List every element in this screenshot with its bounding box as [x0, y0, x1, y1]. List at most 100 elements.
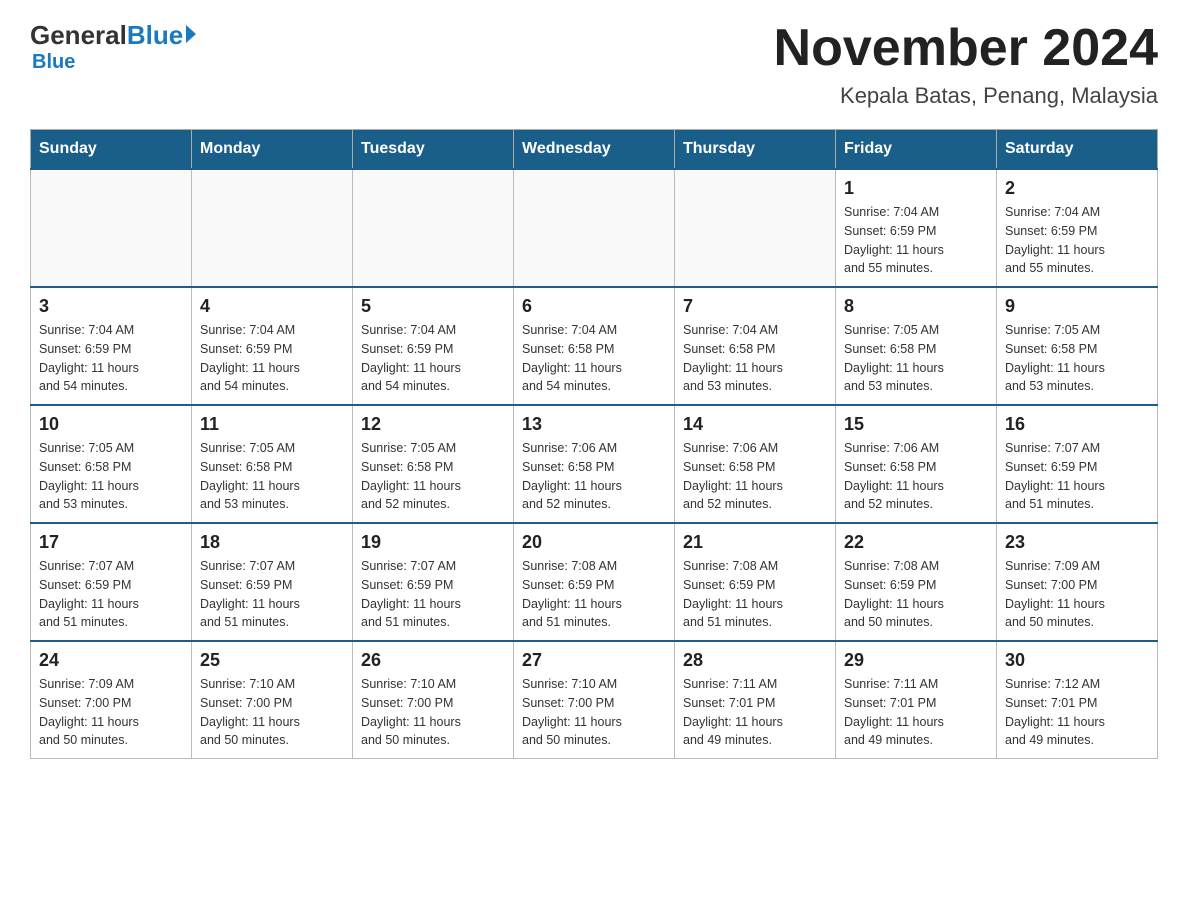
- day-info: Sunrise: 7:09 AMSunset: 7:00 PMDaylight:…: [39, 675, 183, 750]
- week-row-4: 17 Sunrise: 7:07 AMSunset: 6:59 PMDayligh…: [31, 523, 1158, 641]
- day-number: 29: [844, 650, 988, 671]
- calendar-cell: 2 Sunrise: 7:04 AMSunset: 6:59 PMDaylight…: [997, 169, 1158, 287]
- day-number: 11: [200, 414, 344, 435]
- day-info: Sunrise: 7:10 AMSunset: 7:00 PMDaylight:…: [522, 675, 666, 750]
- day-info: Sunrise: 7:10 AMSunset: 7:00 PMDaylight:…: [200, 675, 344, 750]
- calendar-cell: 13Sunrise: 7:06 AMSunset: 6:58 PMDayligh…: [514, 405, 675, 523]
- day-info: Sunrise: 7:12 AMSunset: 7:01 PMDaylight:…: [1005, 675, 1149, 750]
- calendar-cell: 6 Sunrise: 7:04 AMSunset: 6:58 PMDaylight…: [514, 287, 675, 405]
- logo-text: General Blue: [30, 20, 196, 51]
- calendar-cell: 21Sunrise: 7:08 AMSunset: 6:59 PMDayligh…: [675, 523, 836, 641]
- calendar-cell: 19 Sunrise: 7:07 AMSunset: 6:59 PMDayligh…: [353, 523, 514, 641]
- day-number: 2: [1005, 178, 1149, 199]
- day-info: Sunrise: 7:05 AMSunset: 6:58 PMDaylight:…: [361, 439, 505, 514]
- day-number: 17: [39, 532, 183, 553]
- day-number: 22: [844, 532, 988, 553]
- calendar-cell: 26 Sunrise: 7:10 AMSunset: 7:00 PMDayligh…: [353, 641, 514, 759]
- column-header-saturday: Saturday: [997, 130, 1158, 170]
- day-info: Sunrise: 7:06 AMSunset: 6:58 PMDaylight:…: [522, 439, 666, 514]
- calendar-cell: 4Sunrise: 7:04 AMSunset: 6:59 PMDaylight…: [192, 287, 353, 405]
- day-number: 18: [200, 532, 344, 553]
- week-row-3: 10 Sunrise: 7:05 AMSunset: 6:58 PMDayligh…: [31, 405, 1158, 523]
- calendar-cell: 9 Sunrise: 7:05 AMSunset: 6:58 PMDaylight…: [997, 287, 1158, 405]
- day-number: 15: [844, 414, 988, 435]
- logo-blue: Blue: [127, 20, 183, 51]
- calendar-cell: [31, 169, 192, 287]
- calendar-cell: 29 Sunrise: 7:11 AMSunset: 7:01 PMDayligh…: [836, 641, 997, 759]
- day-info: Sunrise: 7:11 AMSunset: 7:01 PMDaylight:…: [683, 675, 827, 750]
- calendar-cell: 23Sunrise: 7:09 AMSunset: 7:00 PMDayligh…: [997, 523, 1158, 641]
- day-info: Sunrise: 7:07 AMSunset: 6:59 PMDaylight:…: [1005, 439, 1149, 514]
- day-number: 26: [361, 650, 505, 671]
- day-number: 1: [844, 178, 988, 199]
- calendar-cell: 27 Sunrise: 7:10 AMSunset: 7:00 PMDayligh…: [514, 641, 675, 759]
- day-number: 19: [361, 532, 505, 553]
- day-info: Sunrise: 7:11 AMSunset: 7:01 PMDaylight:…: [844, 675, 988, 750]
- day-number: 14: [683, 414, 827, 435]
- calendar-cell: 14 Sunrise: 7:06 AMSunset: 6:58 PMDayligh…: [675, 405, 836, 523]
- day-info: Sunrise: 7:04 AMSunset: 6:59 PMDaylight:…: [844, 203, 988, 278]
- day-number: 3: [39, 296, 183, 317]
- day-info: Sunrise: 7:05 AMSunset: 6:58 PMDaylight:…: [844, 321, 988, 396]
- calendar-cell: 5 Sunrise: 7:04 AMSunset: 6:59 PMDaylight…: [353, 287, 514, 405]
- day-number: 21: [683, 532, 827, 553]
- day-info: Sunrise: 7:04 AMSunset: 6:58 PMDaylight:…: [683, 321, 827, 396]
- column-header-wednesday: Wednesday: [514, 130, 675, 170]
- calendar-header-row: SundayMondayTuesdayWednesdayThursdayFrid…: [31, 130, 1158, 170]
- calendar-cell: 3 Sunrise: 7:04 AMSunset: 6:59 PMDaylight…: [31, 287, 192, 405]
- main-title: November 2024: [774, 20, 1158, 77]
- calendar-cell: 16Sunrise: 7:07 AMSunset: 6:59 PMDayligh…: [997, 405, 1158, 523]
- day-number: 12: [361, 414, 505, 435]
- day-number: 24: [39, 650, 183, 671]
- calendar-table: SundayMondayTuesdayWednesdayThursdayFrid…: [30, 129, 1158, 759]
- day-number: 27: [522, 650, 666, 671]
- page-header: General Blue Blue November 2024 Kepala B…: [30, 20, 1158, 109]
- calendar-cell: 15Sunrise: 7:06 AMSunset: 6:58 PMDayligh…: [836, 405, 997, 523]
- day-number: 6: [522, 296, 666, 317]
- calendar-cell: 18 Sunrise: 7:07 AMSunset: 6:59 PMDayligh…: [192, 523, 353, 641]
- day-info: Sunrise: 7:04 AMSunset: 6:59 PMDaylight:…: [39, 321, 183, 396]
- day-number: 10: [39, 414, 183, 435]
- calendar-cell: 25 Sunrise: 7:10 AMSunset: 7:00 PMDayligh…: [192, 641, 353, 759]
- day-info: Sunrise: 7:07 AMSunset: 6:59 PMDaylight:…: [200, 557, 344, 632]
- day-info: Sunrise: 7:06 AMSunset: 6:58 PMDaylight:…: [683, 439, 827, 514]
- day-number: 30: [1005, 650, 1149, 671]
- calendar-cell: 11 Sunrise: 7:05 AMSunset: 6:58 PMDayligh…: [192, 405, 353, 523]
- title-section: November 2024 Kepala Batas, Penang, Mala…: [774, 20, 1158, 109]
- calendar-cell: 10Sunrise: 7:05 AMSunset: 6:58 PMDayligh…: [31, 405, 192, 523]
- day-info: Sunrise: 7:07 AMSunset: 6:59 PMDaylight:…: [39, 557, 183, 632]
- day-info: Sunrise: 7:07 AMSunset: 6:59 PMDaylight:…: [361, 557, 505, 632]
- logo: General Blue Blue: [30, 20, 196, 74]
- calendar-cell: [353, 169, 514, 287]
- day-info: Sunrise: 7:05 AMSunset: 6:58 PMDaylight:…: [1005, 321, 1149, 396]
- day-info: Sunrise: 7:04 AMSunset: 6:58 PMDaylight:…: [522, 321, 666, 396]
- calendar-cell: 8 Sunrise: 7:05 AMSunset: 6:58 PMDaylight…: [836, 287, 997, 405]
- day-number: 9: [1005, 296, 1149, 317]
- day-number: 28: [683, 650, 827, 671]
- calendar-cell: 12 Sunrise: 7:05 AMSunset: 6:58 PMDayligh…: [353, 405, 514, 523]
- day-number: 20: [522, 532, 666, 553]
- day-info: Sunrise: 7:05 AMSunset: 6:58 PMDaylight:…: [200, 439, 344, 514]
- calendar-cell: [514, 169, 675, 287]
- day-number: 8: [844, 296, 988, 317]
- week-row-5: 24 Sunrise: 7:09 AMSunset: 7:00 PMDayligh…: [31, 641, 1158, 759]
- day-info: Sunrise: 7:09 AMSunset: 7:00 PMDaylight:…: [1005, 557, 1149, 632]
- week-row-1: 1 Sunrise: 7:04 AMSunset: 6:59 PMDaylight…: [31, 169, 1158, 287]
- calendar-cell: [192, 169, 353, 287]
- day-number: 25: [200, 650, 344, 671]
- calendar-cell: 28 Sunrise: 7:11 AMSunset: 7:01 PMDayligh…: [675, 641, 836, 759]
- column-header-tuesday: Tuesday: [353, 130, 514, 170]
- day-info: Sunrise: 7:04 AMSunset: 6:59 PMDaylight:…: [1005, 203, 1149, 278]
- calendar-cell: 24 Sunrise: 7:09 AMSunset: 7:00 PMDayligh…: [31, 641, 192, 759]
- day-number: 5: [361, 296, 505, 317]
- calendar-cell: [675, 169, 836, 287]
- column-header-friday: Friday: [836, 130, 997, 170]
- day-info: Sunrise: 7:04 AMSunset: 6:59 PMDaylight:…: [361, 321, 505, 396]
- day-info: Sunrise: 7:10 AMSunset: 7:00 PMDaylight:…: [361, 675, 505, 750]
- logo-general: General: [30, 20, 127, 51]
- week-row-2: 3 Sunrise: 7:04 AMSunset: 6:59 PMDaylight…: [31, 287, 1158, 405]
- calendar-cell: 30 Sunrise: 7:12 AMSunset: 7:01 PMDayligh…: [997, 641, 1158, 759]
- calendar-cell: 17 Sunrise: 7:07 AMSunset: 6:59 PMDayligh…: [31, 523, 192, 641]
- day-number: 7: [683, 296, 827, 317]
- calendar-cell: 20Sunrise: 7:08 AMSunset: 6:59 PMDayligh…: [514, 523, 675, 641]
